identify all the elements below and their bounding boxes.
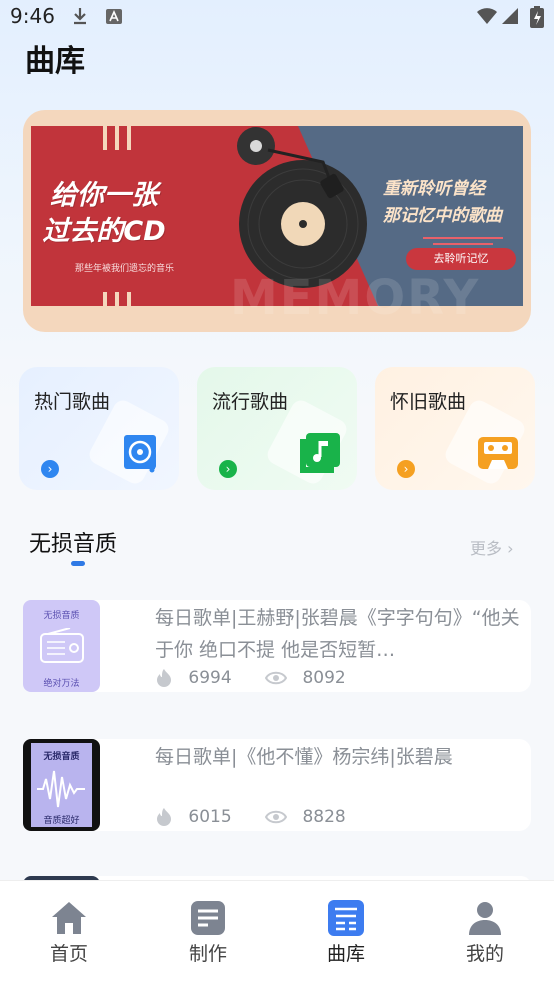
category-card-pop[interactable]: 流行歌曲 › [197,367,357,490]
status-bar: 9:46 [0,0,554,34]
document-icon [191,901,225,935]
views-count: 8092 [302,668,346,688]
wifi-icon [477,8,497,24]
banner-listen-button[interactable]: 去聆听记忆 [406,248,516,270]
text-icon [106,9,122,24]
battery-icon [530,6,544,28]
tab-home[interactable]: 首页 [29,881,109,981]
chevron-right-icon: › [41,460,59,478]
radio-icon [40,628,84,663]
banner-watermark: MEMORY [230,270,481,326]
tab-library[interactable]: 曲库 [306,881,386,981]
playlist-title: 每日歌单|《他不懂》杨宗纬|张碧晨 [155,746,453,768]
category-card-nostalgia[interactable]: 怀旧歌曲 › [375,367,535,490]
banner-right-line1: 重新聆听曾经 [383,179,485,199]
more-link[interactable]: 更多 › [470,535,514,559]
banner-left-line2: 过去的CD [42,216,166,247]
signal-icon [502,8,518,24]
section-title: 无损音质 [29,532,118,557]
playlist-cover: 无损音质 音质超好 [23,739,100,831]
flame-icon [157,808,171,826]
eye-icon [264,810,288,824]
banner-right-heading: 重新聆听曾经 那记忆中的歌曲 [383,176,531,230]
likes-count: 6015 [188,807,232,827]
download-icon [74,8,86,25]
likes-count: 6994 [188,668,232,688]
tab-label: 我的 [465,943,504,965]
flame-icon [157,669,171,687]
tab-label: 曲库 [326,943,365,965]
cd-music-icon [124,435,156,473]
category-label: 怀旧歌曲 [390,391,467,413]
user-icon [469,902,501,935]
playlist-card[interactable]: 无损音质 绝对万法 每日歌单|王赫野|张碧晨《字字句句》“他关于你 绝口不提 他… [23,600,531,692]
cover-top-text: 无损音质 [43,611,80,621]
chevron-right-icon: › [507,539,514,558]
bottom-tab-bar: 首页 制作 曲库 我的 [0,880,554,983]
banner-subtext: 那些年被我们遗忘的音乐 [75,264,175,274]
more-label: 更多 [470,539,503,558]
cover-bottom-text: 音质超好 [43,816,80,826]
playlist-stats: 6015 8828 [155,807,346,827]
home-icon [52,902,86,934]
promo-banner[interactable]: MEMORY 给你一张 过去的CD 那些年被我们遗忘的音乐 重新聆听曾经 那记忆… [23,110,531,332]
banner-left-line1: 给你一张 [50,180,158,211]
library-icon [328,900,364,936]
category-label: 流行歌曲 [212,391,289,413]
section-indicator [71,561,85,566]
tab-profile[interactable]: 我的 [445,881,525,981]
eye-icon [264,671,288,685]
status-time: 9:46 [10,4,55,28]
cassette-icon [478,437,518,469]
chevron-right-icon: › [397,460,415,478]
views-count: 8828 [302,807,346,827]
banner-left-heading: 给你一张 过去的CD [29,178,179,250]
music-note-icon [300,433,340,473]
playlist-stats: 6994 8092 [155,668,346,688]
cover-top-text: 无损音质 [43,752,80,762]
waveform-icon [37,770,85,808]
category-label: 热门歌曲 [34,391,111,413]
category-card-hot[interactable]: 热门歌曲 › [19,367,179,490]
chevron-right-icon: › [219,460,237,478]
playlist-cover: 无损音质 绝对万法 [23,600,100,692]
tab-label: 首页 [49,943,88,965]
playlist-card[interactable]: 无损音质 音质超好 每日歌单|《他不懂》杨宗纬|张碧晨 6015 8828 [23,739,531,831]
cover-bottom-text: 绝对万法 [43,679,80,689]
page-title: 曲库 [25,44,85,79]
playlist-title: 每日歌单|王赫野|张碧晨《字字句句》“他关于你 绝口不提 他是否短暂… [155,607,520,661]
banner-right-line2: 那记忆中的歌曲 [383,206,502,226]
tab-create[interactable]: 制作 [168,881,248,981]
tab-label: 制作 [188,943,227,965]
